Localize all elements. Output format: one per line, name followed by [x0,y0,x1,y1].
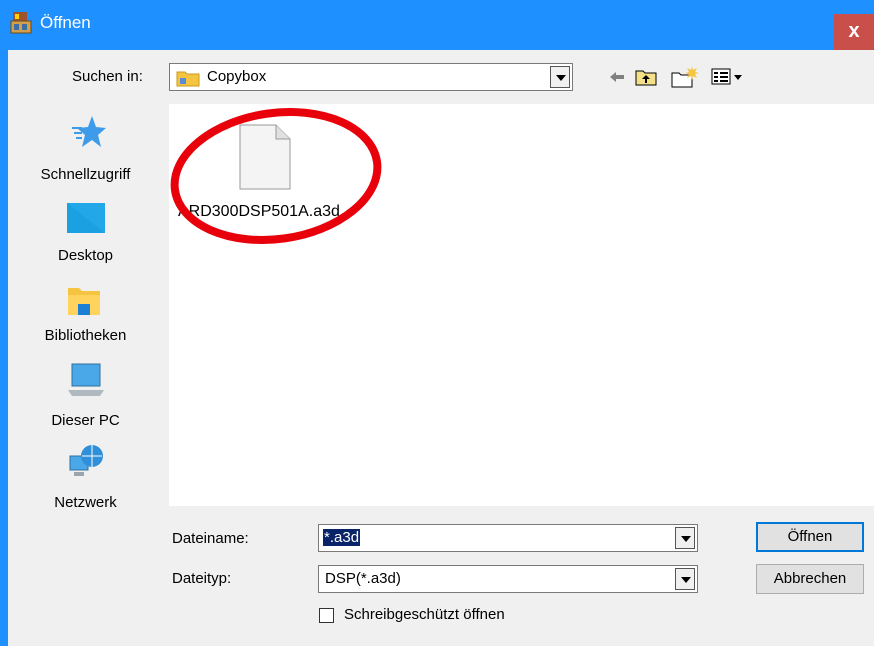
place-label: Netzwerk [54,494,117,511]
window-frame [0,50,8,646]
desktop-icon [66,202,106,240]
place-label: Desktop [57,247,114,264]
back-arrow-icon[interactable] [608,64,626,90]
new-folder-icon[interactable] [670,64,700,90]
up-folder-icon[interactable] [634,64,658,90]
filename-input[interactable]: *.a3d [323,529,361,546]
filetype-value: DSP(*.a3d) [325,570,401,587]
place-label: Bibliotheken [44,327,127,344]
lookin-value: Copybox [207,68,267,85]
view-menu-icon[interactable] [710,64,752,90]
cancel-button[interactable]: Abbrechen [756,564,864,594]
place-label: Schnellzugriff [40,166,131,183]
chevron-down-icon[interactable] [675,527,695,549]
libraries-icon [66,282,102,322]
app-icon [10,10,32,34]
filetype-select[interactable]: DSP(*.a3d) [318,565,698,593]
folder-icon [176,69,200,91]
lookin-label: Suchen in: [72,68,143,85]
annotation-ellipse [167,104,387,260]
this-pc-icon [66,360,106,404]
chevron-down-icon[interactable] [675,568,695,590]
readonly-checkbox[interactable] [319,608,334,623]
filetype-label: Dateityp: [172,570,232,587]
open-button[interactable]: Öffnen [756,522,864,552]
lookin-combobox[interactable]: Copybox [169,63,573,91]
readonly-label: Schreibgeschützt öffnen [344,606,505,623]
filename-label: Dateiname: [172,530,249,547]
quick-access-star-icon [70,114,106,154]
window-title: Öffnen [40,13,91,32]
title-bar: Öffnen x [0,0,874,50]
places-bar: Schnellzugriff Desktop Bibliotheken Dies… [8,104,163,524]
place-label: Dieser PC [51,412,120,429]
chevron-down-icon[interactable] [550,66,570,88]
close-button[interactable]: x [834,14,874,50]
filename-combobox[interactable]: *.a3d [318,524,698,552]
network-icon [66,442,106,486]
